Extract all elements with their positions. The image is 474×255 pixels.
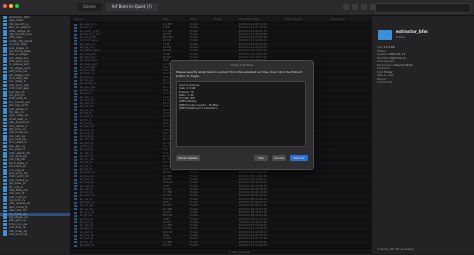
folder-icon: [3, 19, 7, 23]
tab-2[interactable]: Arf Bnm In-Quiet (?): [105, 3, 158, 11]
view-mode-icon[interactable]: [343, 4, 349, 10]
folder-icon: [3, 70, 7, 74]
folder-icon: [3, 135, 7, 138]
folder-icon: [3, 104, 7, 108]
folder-icon: [3, 40, 7, 43]
log-line: [INFO] Waiting for extraction: [179, 106, 218, 111]
folder-icon: [3, 111, 7, 114]
folder-icon: [3, 162, 7, 165]
folder-icon: [3, 26, 7, 30]
dialog-title: Import Archive: [230, 63, 254, 67]
folder-icon: [3, 90, 7, 94]
inspector-subtitle: Folder: [396, 35, 406, 39]
folder-icon: [3, 172, 7, 175]
minimize-window-button[interactable]: [9, 4, 13, 8]
folder-icon: [3, 29, 7, 33]
meta-value: Read & Write: [394, 62, 413, 67]
folder-icon: [3, 226, 7, 230]
zoom-window-button[interactable]: [15, 4, 19, 8]
folder-icon: [3, 84, 7, 87]
folder-icon: [3, 230, 7, 233]
meta-label: Comments: [377, 80, 393, 84]
folder-icon: [3, 213, 7, 216]
folder-icon: [3, 128, 7, 131]
folder-icon: [3, 94, 7, 97]
folder-icon: [3, 114, 7, 118]
folder-icon: [3, 175, 7, 179]
folder-icon: [3, 192, 7, 196]
dialog-message: Please specify what data to extract from…: [176, 70, 303, 78]
cancel-button[interactable]: Cancel: [272, 155, 286, 161]
folder-icon: [3, 121, 7, 125]
import-dialog: Import Archive Please specify what data …: [170, 60, 314, 170]
folder-icon: [3, 97, 7, 101]
folder-icon: [3, 209, 7, 213]
inspector-title: extractor_bfm: [396, 29, 428, 34]
folder-icon: [3, 60, 7, 64]
folder-icon: [3, 196, 7, 199]
folder-icon: [3, 138, 7, 142]
folder-icon: [3, 216, 7, 220]
folder-icon: [3, 74, 7, 77]
folder-icon: [3, 46, 7, 50]
folder-icon: [3, 107, 7, 111]
folder-icon: [3, 43, 7, 47]
search-input[interactable]: [375, 3, 471, 13]
folder-icon: [3, 50, 7, 53]
show-details-button[interactable]: Show Details: [176, 155, 200, 161]
tag-icon[interactable]: [361, 4, 367, 10]
window-controls: [3, 4, 19, 8]
folder-icon: [3, 23, 7, 26]
folder-icon: [378, 30, 392, 40]
inspector-metadata: Size 14.6 KB Where Created 2023-01-11 Modi…: [377, 45, 472, 85]
dialog-footer: Show Details Skip Cancel Extract: [176, 154, 308, 162]
folder-icon: [3, 33, 7, 36]
folder-icon: [3, 155, 7, 158]
sidebar: extractor_bfm app_data dlx_launch_s bkc_xo_…: [0, 16, 71, 254]
inspector-footer: 2 items, 88 GB available: [377, 247, 414, 251]
meta-row: Comments: [377, 80, 472, 85]
folder-icon: [3, 223, 7, 226]
folder-icon: [3, 77, 7, 81]
share-icon[interactable]: [352, 4, 358, 10]
close-window-button[interactable]: [3, 4, 7, 8]
toolbar-actions: [343, 4, 376, 10]
sidebar-item-label: kwz_post_ss: [9, 233, 28, 236]
folder-icon: [3, 165, 7, 169]
folder-icon: [3, 168, 7, 172]
folder-icon: [3, 189, 7, 192]
folder-icon: [3, 158, 7, 162]
folder-icon: [3, 185, 7, 189]
tab-bar: Ozone Arf Bnm In-Quiet (?): [77, 3, 158, 11]
folder-icon: [3, 199, 7, 203]
folder-icon: [3, 57, 7, 60]
folder-icon: [3, 179, 7, 182]
folder-icon: [3, 118, 7, 121]
folder-icon: [3, 233, 7, 236]
dialog-log: Source Archive: Size: 2.3 GB Entries: 76…: [176, 81, 306, 147]
folder-icon: [3, 148, 7, 152]
folder-icon: [3, 67, 7, 70]
tab-1[interactable]: Ozone: [77, 3, 102, 11]
folder-icon: [3, 53, 7, 57]
extract-button[interactable]: Extract: [290, 155, 308, 161]
folder-icon: [3, 152, 7, 155]
folder-icon: [3, 16, 7, 19]
folder-icon: [3, 87, 7, 91]
folder-icon: [3, 145, 7, 148]
folder-icon: [3, 101, 7, 104]
folder-icon: [3, 182, 7, 186]
folder-icon: [3, 36, 7, 40]
skip-button[interactable]: Skip: [254, 155, 268, 161]
window-toolbar: Ozone Arf Bnm In-Quiet (?): [0, 0, 474, 16]
folder-icon: [3, 206, 7, 209]
folder-icon: [3, 131, 7, 135]
inspector-panel: extractor_bfm Folder Size 14.6 KB Where C…: [371, 16, 474, 254]
sidebar-item[interactable]: kwz_post_ss: [0, 233, 70, 236]
